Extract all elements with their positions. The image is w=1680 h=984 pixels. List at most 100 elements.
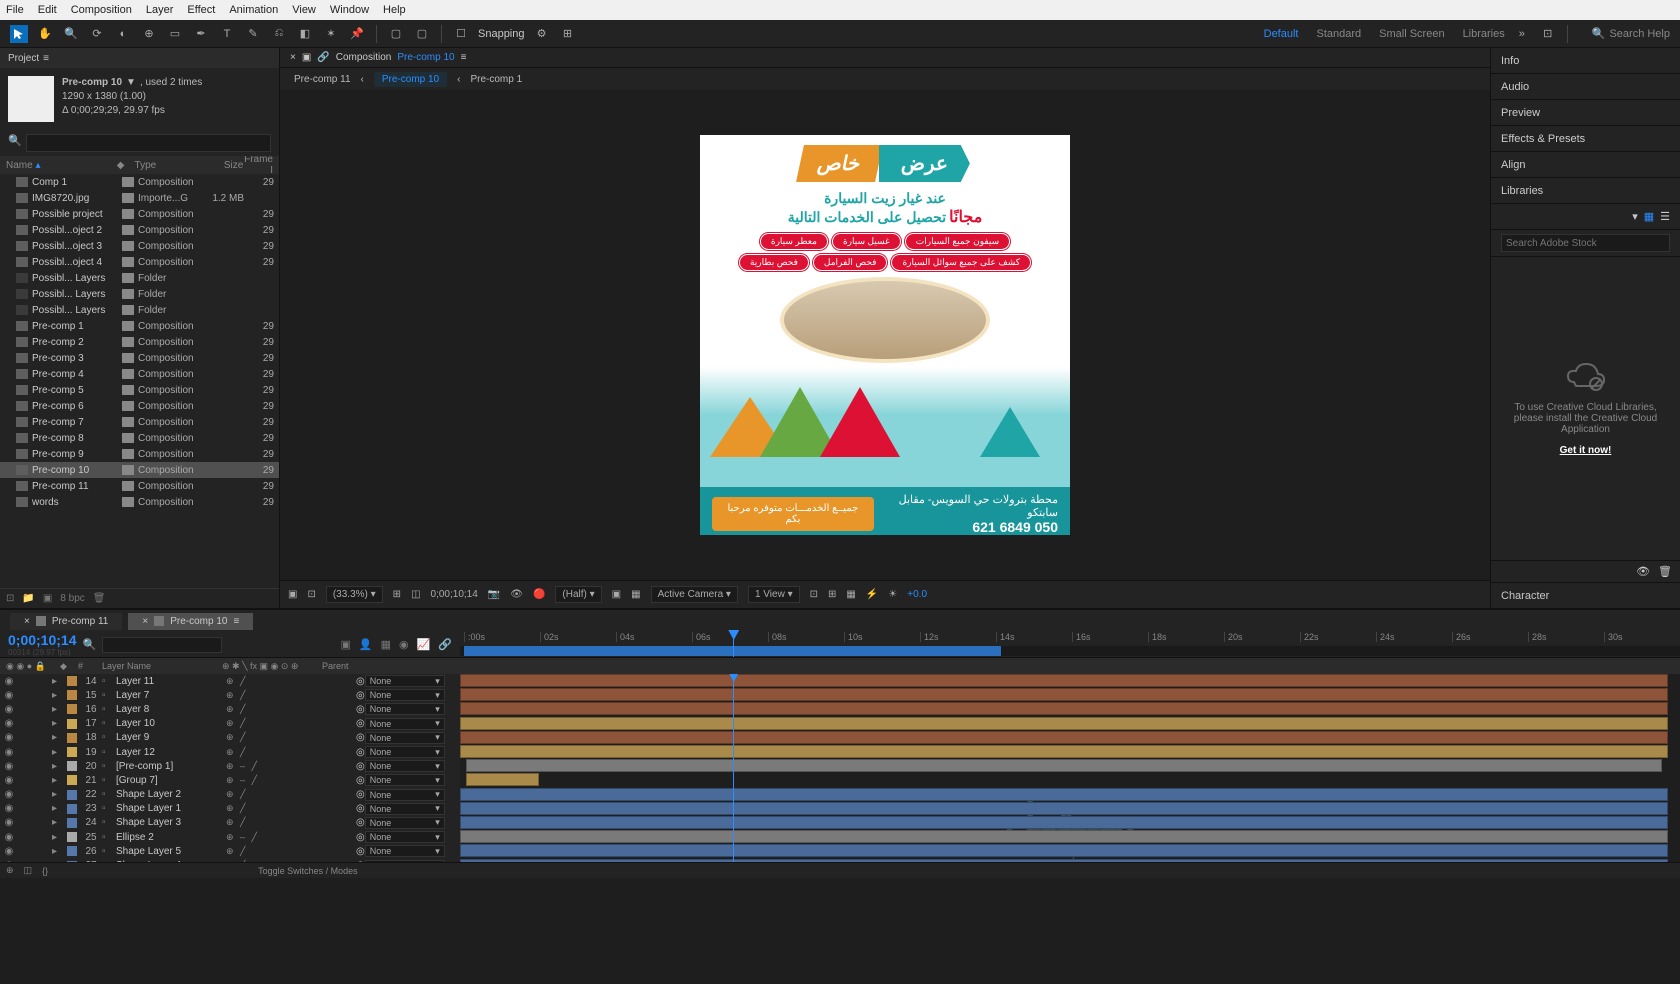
expand-arrow-icon[interactable]: ▸ [52,747,64,758]
layer-track-bar[interactable] [460,745,1668,758]
expand-arrow-icon[interactable]: ▸ [52,718,64,729]
timeline-layer-row[interactable]: ◉ ▸ 22 ▫ Shape Layer 2 ⊕ ╱ ◎ None ▾ [0,788,460,802]
project-table-header[interactable]: Name ▴ ◆ Type Size Frame I [0,156,279,174]
timeline-layer-row[interactable]: ◉ ▸ 14 ▫ Layer 11 ⊕ ╱ ◎ None ▾ [0,674,460,688]
draft-icon[interactable]: ⊡ [307,589,315,600]
pen-tool-icon[interactable]: ✒ [192,25,210,43]
timeline-layer-row[interactable]: ◉ ▸ 24 ▫ Shape Layer 3 ⊕ ╱ ◎ None ▾ [0,816,460,830]
visibility-icon[interactable]: ◉ [0,775,18,786]
label-chip[interactable] [122,273,134,283]
layer-color-chip[interactable] [67,818,77,828]
parent-dropdown[interactable]: None ▾ [365,774,445,786]
interpret-icon[interactable]: ⊡ [6,593,14,604]
lib-grid-icon[interactable]: ▦ [1644,210,1654,223]
parent-dropdown[interactable]: None ▾ [365,789,445,801]
mask-mode-icon[interactable]: ▢ [387,25,405,43]
character-panel-tab[interactable]: Character [1491,582,1680,608]
graph-icon[interactable]: 📈 [417,638,431,651]
timeline-layer-row[interactable]: ◉ ▸ 15 ▫ Layer 7 ⊕ ╱ ◎ None ▾ [0,688,460,702]
parent-pickwhip-icon[interactable]: ◎ [356,775,365,786]
label-chip[interactable] [122,465,134,475]
menu-effect[interactable]: Effect [187,4,215,16]
timeline-tab[interactable]: ×Pre-comp 11 [10,613,122,630]
parent-dropdown[interactable]: None ▾ [365,746,445,758]
playhead[interactable] [733,632,734,657]
project-item[interactable]: Possibl...oject 4 Composition 29 [0,254,279,270]
mask-icon[interactable]: ◫ [411,589,420,600]
project-tab[interactable]: Project≡ [0,48,279,68]
project-item[interactable]: Pre-comp 10 Composition 29 [0,462,279,478]
layer-track-bar[interactable] [460,702,1668,715]
dropdown-icon[interactable]: ▼ [126,76,136,90]
parent-pickwhip-icon[interactable]: ◎ [356,832,365,843]
project-search-input[interactable] [26,134,271,152]
res-toggle-icon[interactable]: ⊞ [393,589,401,600]
timeline-layer-row[interactable]: ◉ ▸ 26 ▫ Shape Layer 5 ⊕ ╱ ◎ None ▾ [0,844,460,858]
parent-dropdown[interactable]: None ▾ [365,718,445,730]
expand-arrow-icon[interactable]: ▸ [52,789,64,800]
project-item[interactable]: Pre-comp 7 Composition 29 [0,414,279,430]
expand-icon[interactable]: ⊕ [6,865,14,876]
visibility-icon[interactable]: ◉ [0,761,18,772]
parent-pickwhip-icon[interactable]: ◎ [356,732,365,743]
selection-tool-icon[interactable] [10,25,28,43]
label-chip[interactable] [122,337,134,347]
parent-pickwhip-icon[interactable]: ◎ [356,817,365,828]
clone-tool-icon[interactable]: ⎌ [270,25,288,43]
menu-window[interactable]: Window [330,4,369,16]
channel-icon[interactable]: 🔴 [533,589,545,600]
layer-color-chip[interactable] [67,761,77,771]
view-icon-1[interactable]: ⊡ [810,589,818,600]
parent-dropdown[interactable]: None ▾ [365,817,445,829]
parent-pickwhip-icon[interactable]: ◎ [356,718,365,729]
menu-file[interactable]: File [6,4,24,16]
view-icon-4[interactable]: ⚡ [866,589,878,600]
layer-color-chip[interactable] [67,804,77,814]
search-help[interactable]: 🔍 Search Help [1592,27,1670,40]
toggle-switches-button[interactable]: Toggle Switches / Modes [258,866,358,876]
project-item[interactable]: Pre-comp 9 Composition 29 [0,446,279,462]
visibility-icon[interactable]: ◉ [0,817,18,828]
panel-tab-align[interactable]: Align [1491,152,1680,178]
label-chip[interactable] [122,385,134,395]
workspace-default[interactable]: Default [1264,28,1299,40]
layer-track-bar[interactable] [460,816,1668,829]
parent-dropdown[interactable]: None ▾ [365,732,445,744]
expand-arrow-icon[interactable]: ▸ [52,775,64,786]
visibility-icon[interactable]: ◉ [0,803,18,814]
panel-tab-libraries[interactable]: Libraries [1491,178,1680,204]
project-item[interactable]: Possibl... Layers Folder [0,286,279,302]
label-chip[interactable] [122,481,134,491]
timeline-layer-row[interactable]: ◉ ▸ 20 ▫ [Pre-comp 1] ⊕ – ╱ ◎ None ▾ [0,759,460,773]
visibility-icon[interactable]: ◉ [0,690,18,701]
timeline-layer-row[interactable]: ◉ ▸ 18 ▫ Layer 9 ⊕ ╱ ◎ None ▾ [0,731,460,745]
label-chip[interactable] [122,305,134,315]
project-item[interactable]: Pre-comp 3 Composition 29 [0,350,279,366]
visibility-icon[interactable]: ◉ [0,832,18,843]
search-icon[interactable]: 🔍 [8,134,22,152]
project-item[interactable]: Possibl...oject 2 Composition 29 [0,222,279,238]
visibility-icon[interactable]: ◉ [0,704,18,715]
layer-track-bar[interactable] [466,773,539,786]
workspace-standard[interactable]: Standard [1316,28,1361,40]
anchor-tool-icon[interactable]: ⊕ [140,25,158,43]
label-chip[interactable] [122,289,134,299]
motion-blur-icon[interactable]: ◉ [399,638,409,651]
snap-grid-icon[interactable]: ⊞ [559,25,577,43]
zoom-dropdown[interactable]: (33.3%) ▾ [326,586,383,603]
brush-tool-icon[interactable]: ✎ [244,25,262,43]
expand-arrow-icon[interactable]: ▸ [52,846,64,857]
lib-trash-icon[interactable]: 🗑 [1658,565,1672,578]
eraser-tool-icon[interactable]: ◧ [296,25,314,43]
brainstorm-icon[interactable]: 🔗 [438,638,452,651]
expand-arrow-icon[interactable]: ▸ [52,676,64,687]
parent-pickwhip-icon[interactable]: ◎ [356,789,365,800]
project-item[interactable]: Pre-comp 5 Composition 29 [0,382,279,398]
type-tool-icon[interactable]: T [218,25,236,43]
bpc-button[interactable]: 8 bpc [60,593,84,604]
snap-checkbox-icon[interactable]: ☐ [452,25,470,43]
expand-arrow-icon[interactable]: ▸ [52,803,64,814]
exposure-value[interactable]: +0.0 [907,589,927,600]
shape-mode-icon[interactable]: ▢ [413,25,431,43]
parent-pickwhip-icon[interactable]: ◎ [356,676,365,687]
